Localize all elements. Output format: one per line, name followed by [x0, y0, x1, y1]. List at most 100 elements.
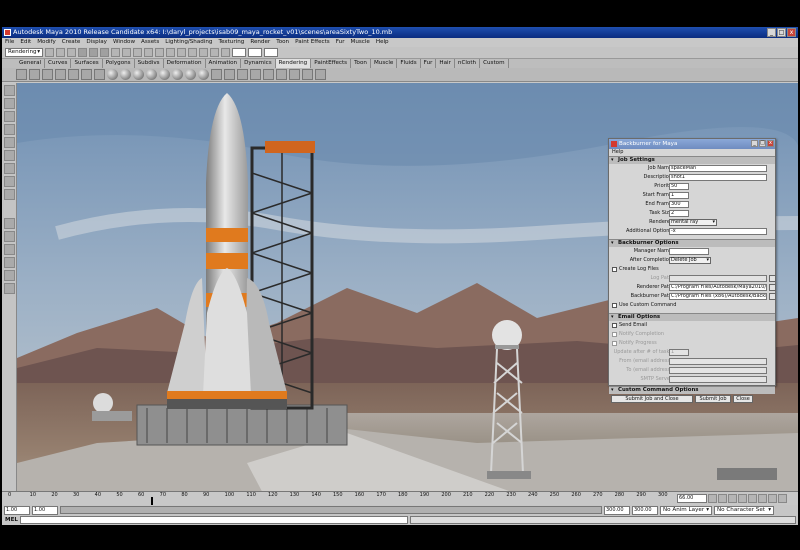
submit-job-and-close-button[interactable]: Submit Job and Close — [611, 395, 693, 403]
scale-tool-icon[interactable] — [4, 150, 15, 161]
render-view-layout-icon[interactable] — [4, 283, 15, 294]
layered-shader-icon[interactable] — [159, 69, 170, 80]
use-background-icon[interactable] — [198, 69, 209, 80]
start-time-field[interactable]: 1.00 — [4, 505, 30, 515]
dialog-maximize-button[interactable]: □ — [759, 140, 766, 147]
create-log-files-checkbox[interactable] — [612, 267, 617, 272]
render-settings-icon[interactable] — [237, 69, 248, 80]
character-set-dropdown[interactable]: No Character Set ▾ — [714, 505, 774, 515]
dialog-minimize-button[interactable]: _ — [751, 140, 758, 147]
input-line-icon[interactable] — [221, 48, 230, 57]
persp-outliner-layout-icon[interactable] — [4, 244, 15, 255]
play-forwards-icon[interactable] — [748, 493, 757, 503]
log-path-browse-button[interactable] — [769, 275, 776, 282]
email-options-header[interactable]: Email Options — [609, 313, 775, 321]
playback-end-field[interactable]: 300.00 — [604, 505, 630, 515]
volume-light-icon[interactable] — [94, 69, 105, 80]
backburner-icon[interactable] — [289, 69, 300, 80]
anim-layer-dropdown[interactable]: No Anim Layer ▾ — [660, 505, 712, 515]
menuset-dropdown[interactable]: Rendering ▾ — [5, 48, 43, 57]
tab-general[interactable]: General — [16, 59, 46, 68]
render-region-icon[interactable] — [302, 69, 313, 80]
tab-dynamics[interactable]: Dynamics — [241, 59, 276, 68]
description-field[interactable]: shot1 — [669, 174, 767, 181]
playback-start-field[interactable]: 1.00 — [32, 505, 58, 515]
notify-completion-checkbox[interactable] — [612, 332, 617, 337]
menu-create[interactable]: Create — [62, 38, 81, 47]
menu-assets[interactable]: Assets — [141, 38, 159, 47]
manager-name-field[interactable] — [669, 248, 709, 255]
new-scene-icon[interactable] — [45, 48, 54, 57]
step-back-frame-icon[interactable] — [728, 493, 737, 503]
minimize-button[interactable]: _ — [767, 28, 776, 37]
log-path-field[interactable] — [669, 275, 767, 282]
point-light-icon[interactable] — [55, 69, 66, 80]
menu-lighting-shading[interactable]: Lighting/Shading — [165, 38, 212, 47]
render-settings-icon[interactable] — [199, 48, 208, 57]
tab-deformation[interactable]: Deformation — [164, 59, 206, 68]
menu-help[interactable]: Help — [376, 38, 389, 47]
menu-edit[interactable]: Edit — [20, 38, 31, 47]
batch-render-icon[interactable] — [276, 69, 287, 80]
blinn-material-icon[interactable] — [107, 69, 118, 80]
after-completion-dropdown[interactable]: Delete Job ▾ — [669, 257, 711, 264]
tab-subdivs[interactable]: Subdivs — [135, 59, 164, 68]
tab-fluids[interactable]: Fluids — [397, 59, 421, 68]
four-view-layout-icon[interactable] — [4, 231, 15, 242]
close-dialog-button[interactable]: Close — [733, 395, 753, 403]
command-input[interactable] — [19, 516, 408, 524]
renderer-dropdown[interactable]: mental ray ▾ — [669, 219, 717, 226]
select-component-icon[interactable] — [100, 48, 109, 57]
menu-texturing[interactable]: Texturing — [219, 38, 245, 47]
backburner-path-field[interactable]: C:/Program Files (x86)/Autodesk/Backburn… — [669, 293, 767, 300]
open-scene-icon[interactable] — [56, 48, 65, 57]
dialog-title-bar[interactable]: Backburner for Maya _ □ x — [609, 139, 775, 149]
hypershade-layout-icon[interactable] — [4, 270, 15, 281]
spot-light-icon[interactable] — [68, 69, 79, 80]
save-scene-icon[interactable] — [67, 48, 76, 57]
ibl-icon[interactable] — [211, 69, 222, 80]
submit-job-button[interactable]: Submit Job — [695, 395, 731, 403]
end-frame-field[interactable]: 300 — [669, 201, 689, 208]
renderer-path-field[interactable]: C:/Program Files/Autodesk/Maya2010/bin/R… — [669, 284, 767, 291]
menu-modify[interactable]: Modify — [37, 38, 56, 47]
job-settings-header[interactable]: Job Settings — [609, 156, 775, 164]
update-tasks-field[interactable]: 1 — [669, 349, 689, 356]
backburner-options-header[interactable]: Backburner Options — [609, 239, 775, 247]
hypershade-icon[interactable] — [210, 48, 219, 57]
mel-label[interactable]: MEL — [5, 517, 18, 523]
ipr-render-icon[interactable] — [188, 48, 197, 57]
tab-fur[interactable]: Fur — [421, 59, 437, 68]
tab-toon[interactable]: Toon — [351, 59, 371, 68]
dialog-menu-help[interactable]: Help — [609, 149, 775, 156]
tab-animation[interactable]: Animation — [206, 59, 242, 68]
directional-light-icon[interactable] — [42, 69, 53, 80]
persp-graph-layout-icon[interactable] — [4, 257, 15, 268]
history-icon[interactable] — [155, 48, 164, 57]
close-button[interactable]: x — [787, 28, 796, 37]
backburner-path-browse-button[interactable] — [769, 293, 776, 300]
range-slider[interactable] — [60, 506, 602, 514]
step-back-key-icon[interactable] — [718, 493, 727, 503]
play-backwards-icon[interactable] — [738, 493, 747, 503]
render-view-icon[interactable] — [166, 48, 175, 57]
job-name-field[interactable]: spaceMan — [669, 165, 767, 172]
snap-curve-icon[interactable] — [122, 48, 131, 57]
snap-point-icon[interactable] — [133, 48, 142, 57]
tab-ncloth[interactable]: nCloth — [455, 59, 481, 68]
maximize-button[interactable]: □ — [777, 28, 786, 37]
area-light-icon[interactable] — [81, 69, 92, 80]
render-current-icon[interactable] — [177, 48, 186, 57]
step-forward-frame-icon[interactable] — [758, 493, 767, 503]
menu-toon[interactable]: Toon — [276, 38, 289, 47]
rotate-tool-icon[interactable] — [4, 137, 15, 148]
title-bar[interactable]: Autodesk Maya 2010 Release Candidate x64… — [2, 27, 798, 38]
paint-select-icon[interactable] — [4, 111, 15, 122]
ramp-shader-icon[interactable] — [172, 69, 183, 80]
tab-muscle[interactable]: Muscle — [371, 59, 398, 68]
tab-rendering[interactable]: Rendering — [275, 59, 312, 68]
single-perspective-layout-icon[interactable] — [4, 218, 15, 229]
menu-render[interactable]: Render — [250, 38, 270, 47]
smtp-server-field[interactable] — [669, 376, 767, 383]
menu-window[interactable]: Window — [113, 38, 135, 47]
